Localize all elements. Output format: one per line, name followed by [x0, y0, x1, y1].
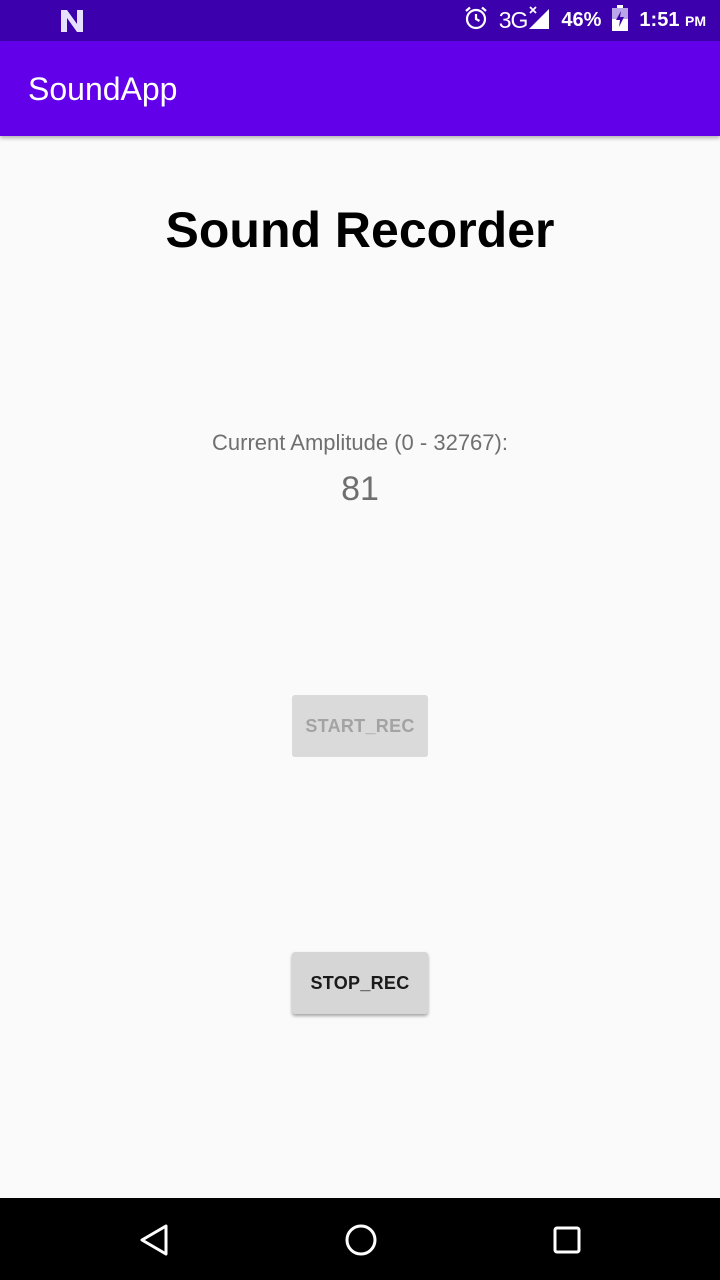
amplitude-value: 81 [341, 470, 379, 508]
app-title: SoundApp [28, 71, 178, 107]
start-rec-button[interactable]: START_REC [292, 695, 428, 757]
app-bar: SoundApp [0, 41, 720, 136]
network-type: 3G [498, 7, 529, 33]
stop-rec-button[interactable]: STOP_REC [292, 952, 428, 1014]
status-bar: 3G 46% 1:51 PM [0, 0, 720, 41]
alarm-icon [463, 5, 489, 37]
clock-time: 1:51 [639, 9, 680, 31]
n-notification-icon [58, 8, 86, 34]
signal-icon [527, 5, 551, 37]
back-icon[interactable] [132, 1218, 176, 1262]
status-icons: 3G 46% 1:51 PM [463, 0, 706, 41]
clock: 1:51 PM [639, 9, 706, 32]
clock-ampm: PM [685, 13, 706, 29]
page-title: Sound Recorder [165, 202, 555, 258]
battery-percent: 46% [561, 9, 602, 31]
recents-icon[interactable] [545, 1218, 589, 1262]
amplitude-label: Current Amplitude (0 - 32767): [212, 430, 508, 455]
battery-charging-icon [611, 4, 629, 38]
navigation-bar [0, 1198, 720, 1280]
home-icon[interactable] [339, 1218, 383, 1262]
